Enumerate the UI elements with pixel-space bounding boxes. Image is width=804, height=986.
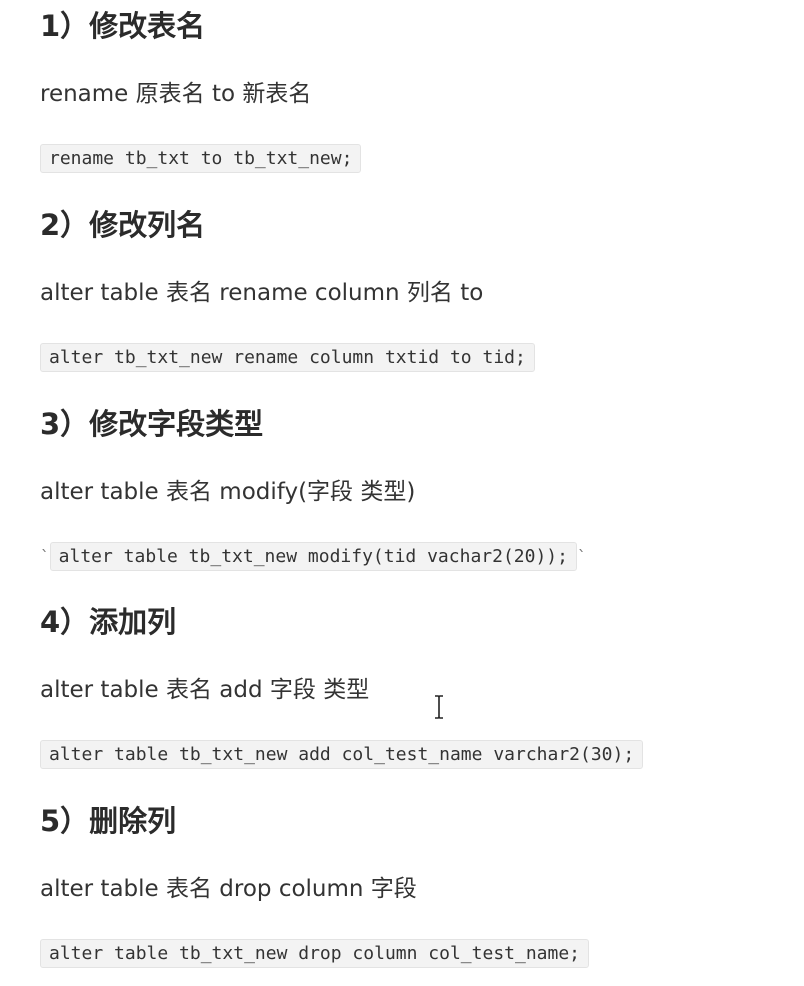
backtick-mark: ` [40, 546, 50, 566]
syntax-text: alter table 表名 modify(字段 类型) [40, 479, 416, 505]
section-heading: 3）修改字段类型 [40, 407, 264, 441]
syntax-text: alter table 表名 add 字段 类型 [40, 677, 370, 703]
code-line: alter table tb_txt_new drop column col_t… [40, 938, 590, 968]
code-line: ` alter table tb_txt_new modify(tid vach… [40, 541, 587, 571]
backtick-mark: ` [576, 546, 587, 566]
syntax-text: alter table 表名 drop column 字段 [40, 876, 417, 902]
section-heading: 4）添加列 [40, 605, 177, 639]
code-snippet: alter table tb_txt_new add col_test_name… [40, 739, 644, 769]
section-heading: 5）删除列 [40, 804, 177, 838]
code-line: alter table tb_txt_new add col_test_name… [40, 739, 644, 769]
code-line: rename tb_txt to tb_txt_new; [40, 143, 362, 173]
syntax-text: rename 原表名 to 新表名 [40, 81, 312, 107]
code-snippet: rename tb_txt to tb_txt_new; [40, 143, 362, 173]
code-snippet: alter table tb_txt_new drop column col_t… [40, 938, 590, 968]
syntax-text: alter table 表名 rename column 列名 to [40, 280, 484, 306]
section-heading: 2）修改列名 [40, 208, 206, 242]
text-cursor-icon [432, 694, 446, 720]
section-heading: 1）修改表名 [40, 9, 206, 43]
code-snippet: alter table tb_txt_new modify(tid vachar… [49, 541, 577, 571]
code-snippet: alter tb_txt_new rename column txtid to … [40, 342, 535, 372]
code-line: alter tb_txt_new rename column txtid to … [40, 342, 535, 372]
